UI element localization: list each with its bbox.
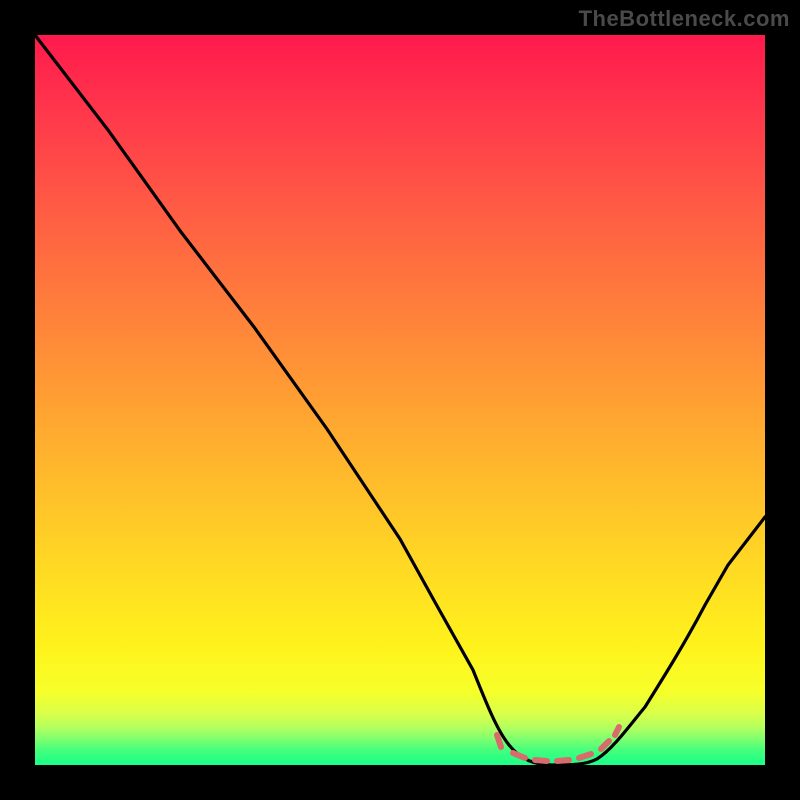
plot-area	[35, 35, 765, 765]
bottleneck-curve	[35, 35, 765, 765]
curve-layer	[35, 35, 765, 765]
chart-container: TheBottleneck.com	[0, 0, 800, 800]
attribution-watermark: TheBottleneck.com	[579, 6, 790, 32]
